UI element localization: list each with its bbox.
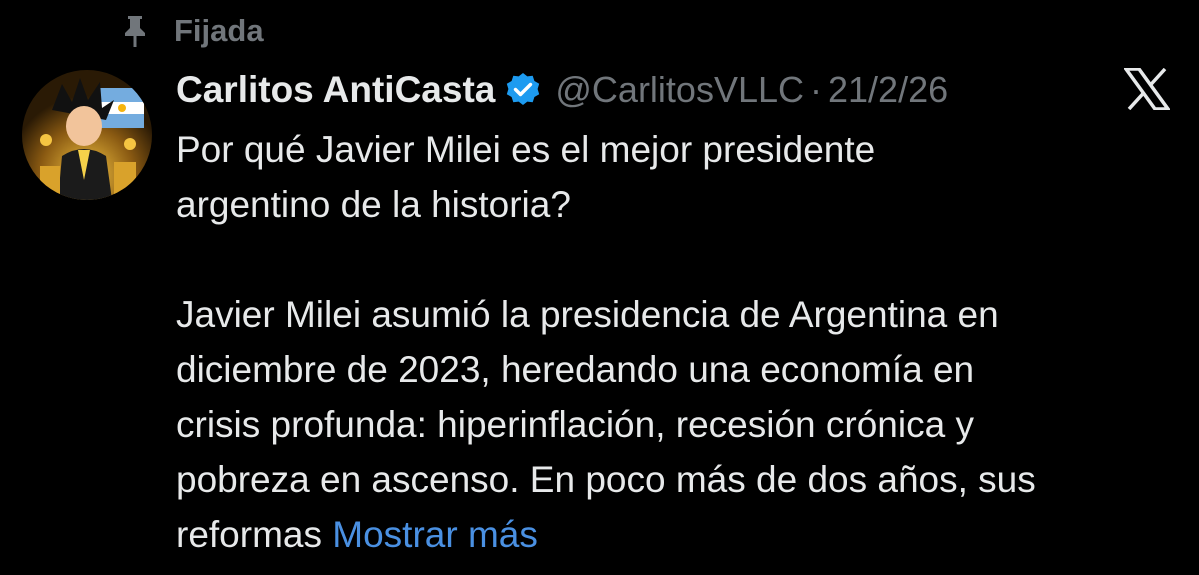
pinned-label: Fijada: [174, 13, 264, 48]
pin-icon: [120, 13, 150, 49]
pinned-indicator: Fijada: [120, 8, 264, 54]
tweet-line: argentino de la historia?: [176, 184, 571, 225]
tweet-date[interactable]: 21/2/26: [828, 64, 948, 116]
tweet-text: Por qué Javier Milei es el mejor preside…: [176, 122, 1186, 562]
tweet-paragraph-question: Por qué Javier Milei es el mejor preside…: [176, 122, 1186, 232]
tweet-line: diciembre de 2023, heredando una economí…: [176, 349, 975, 390]
tweet-line: Por qué Javier Milei es el mejor preside…: [176, 129, 876, 170]
tweet-line: crisis profunda: hiperinflación, recesió…: [176, 404, 974, 445]
tweet-line: pobreza en ascenso. En poco más de dos a…: [176, 459, 1036, 500]
separator-dot: ·: [810, 69, 822, 110]
show-more-link[interactable]: Mostrar más: [332, 514, 538, 555]
x-logo-icon: [1122, 67, 1172, 111]
author-handle[interactable]: @CarlitosVLLC: [555, 64, 804, 116]
author-display-name[interactable]: Carlitos AntiCasta: [176, 64, 495, 116]
tweet-line: Javier Milei asumió la presidencia de Ar…: [176, 294, 999, 335]
verified-badge-icon[interactable]: [505, 72, 541, 108]
tweet-paragraph-body: Javier Milei asumió la presidencia de Ar…: [176, 287, 1186, 562]
tweet-line: reformas: [176, 514, 322, 555]
avatar[interactable]: [22, 70, 152, 200]
tweet-header: Carlitos AntiCasta @CarlitosVLLC · 21/2/…: [176, 64, 1176, 116]
